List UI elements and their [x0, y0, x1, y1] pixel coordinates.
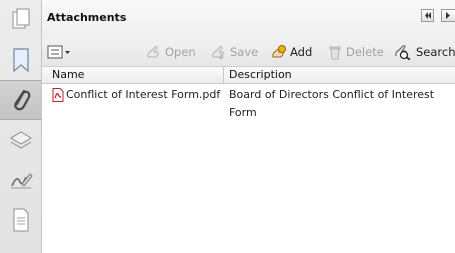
- attachment-row[interactable]: Conflict of Interest Form.pdf Board of D…: [42, 86, 455, 119]
- attachments-button[interactable]: [0, 80, 41, 120]
- attachments-panel: Attachments Open Save Add Delete Search …: [42, 0, 455, 253]
- collapse-panel-button[interactable]: [421, 9, 434, 22]
- pages-icon: [12, 8, 29, 29]
- pdf-file-icon: [52, 88, 64, 102]
- attachments-icon: [13, 89, 30, 111]
- add-button[interactable]: Add: [270, 44, 312, 60]
- double-chevron-left-icon: [425, 12, 431, 19]
- options-menu-button[interactable]: [47, 43, 71, 60]
- navigation-sidebar: [0, 0, 42, 253]
- layers-button[interactable]: [0, 120, 41, 160]
- bookmarks-icon: [12, 48, 29, 73]
- add-icon: [272, 45, 286, 58]
- chevron-right-icon: [446, 12, 450, 19]
- expand-panel-button[interactable]: [441, 9, 455, 22]
- panel-title: Attachments: [47, 11, 127, 24]
- delete-button[interactable]: Delete: [328, 44, 384, 60]
- trash-icon: [329, 46, 341, 60]
- add-button-label: Add: [290, 45, 313, 59]
- signatures-icon: [10, 173, 33, 189]
- save-button[interactable]: Save: [210, 44, 258, 60]
- more-panels-button[interactable]: [0, 240, 41, 253]
- bookmarks-button[interactable]: [0, 40, 41, 80]
- name-column-header[interactable]: Name: [42, 67, 224, 84]
- search-button[interactable]: Search: [394, 44, 455, 60]
- pages-button[interactable]: [0, 0, 41, 40]
- search-icon: [395, 45, 411, 60]
- attachment-description: Board of Directors Conflict of Interest …: [229, 88, 435, 119]
- description-column-label: Description: [229, 68, 292, 81]
- page-content-icon: [13, 208, 28, 232]
- signatures-button[interactable]: [0, 160, 41, 200]
- save-icon: [212, 46, 224, 60]
- open-button[interactable]: Open: [145, 44, 196, 60]
- page-content-button[interactable]: [0, 200, 41, 240]
- layers-icon: [9, 131, 32, 149]
- open-icon: [147, 46, 159, 58]
- attachment-name: Conflict of Interest Form.pdf: [66, 88, 221, 101]
- description-column-header[interactable]: Description: [224, 67, 455, 84]
- save-button-label: Save: [230, 45, 259, 59]
- options-menu-icon: [47, 45, 70, 58]
- delete-button-label: Delete: [346, 45, 384, 59]
- attachments-toolbar: Open Save Add Delete Search: [42, 38, 455, 67]
- name-column-label: Name: [52, 68, 85, 81]
- panel-header: Attachments: [42, 0, 455, 39]
- search-button-label: Search: [416, 45, 455, 59]
- open-button-label: Open: [165, 45, 196, 59]
